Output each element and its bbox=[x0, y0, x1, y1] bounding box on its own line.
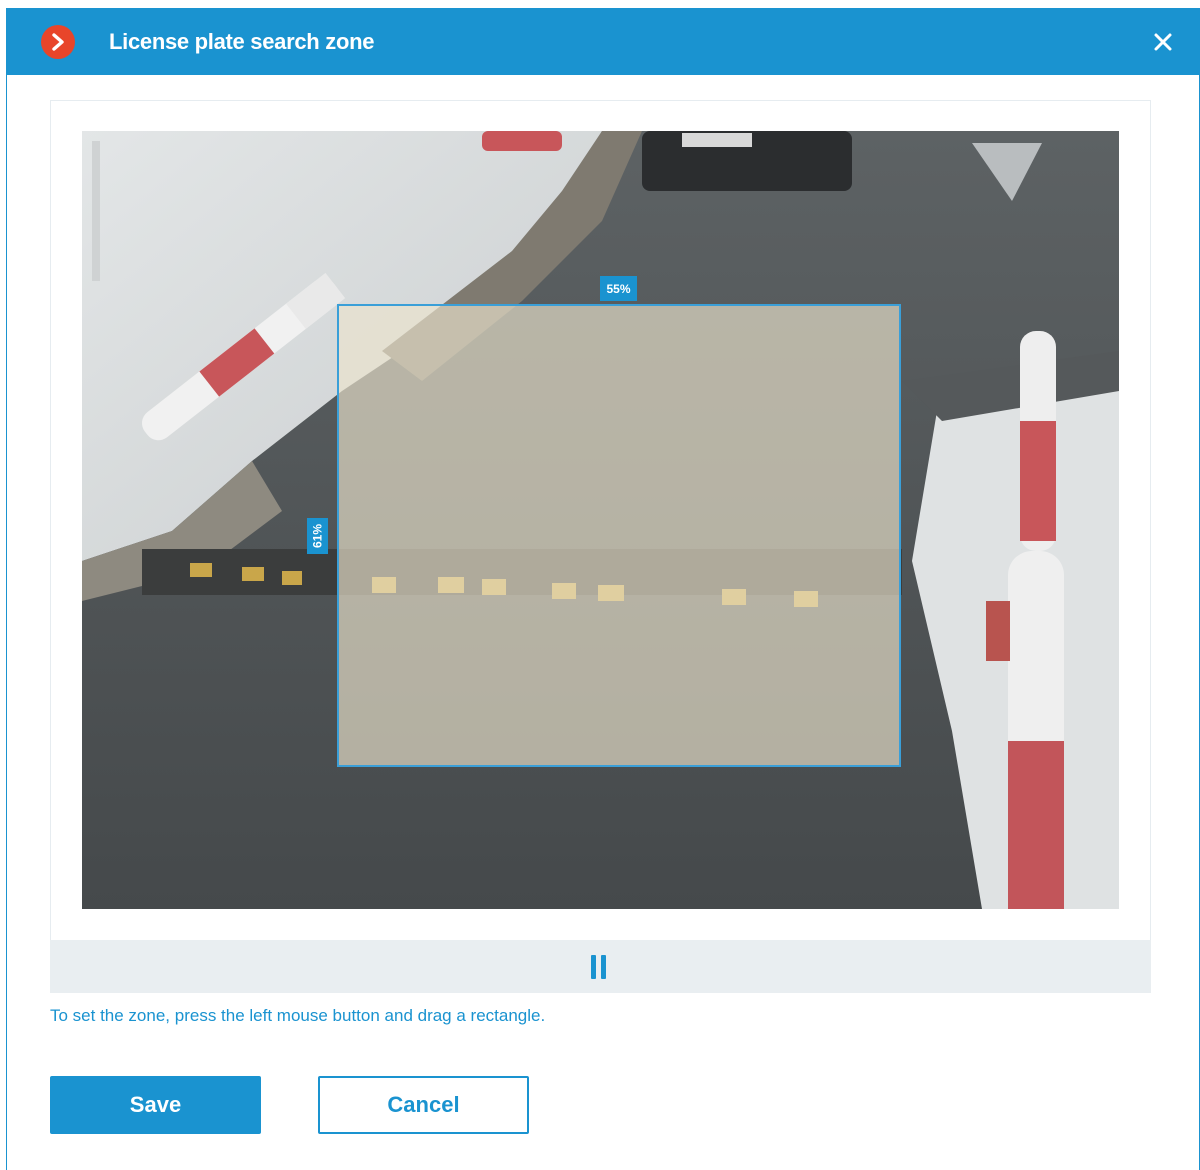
search-zone-rectangle[interactable] bbox=[337, 304, 901, 767]
dialog-title: License plate search zone bbox=[109, 29, 375, 54]
zone-width-label: 55% bbox=[600, 276, 637, 301]
dialog-titlebar: License plate search zone bbox=[7, 8, 1199, 75]
app-logo-icon bbox=[41, 25, 75, 59]
close-icon[interactable] bbox=[1149, 28, 1177, 56]
cancel-button[interactable]: Cancel bbox=[318, 1076, 529, 1134]
zone-hint-text: To set the zone, press the left mouse bu… bbox=[50, 1006, 546, 1025]
zone-height-label: 61% bbox=[307, 518, 328, 554]
pause-icon[interactable] bbox=[585, 954, 611, 980]
camera-video-preview[interactable]: 55% 61% bbox=[82, 131, 1119, 909]
save-button[interactable]: Save bbox=[50, 1076, 261, 1134]
